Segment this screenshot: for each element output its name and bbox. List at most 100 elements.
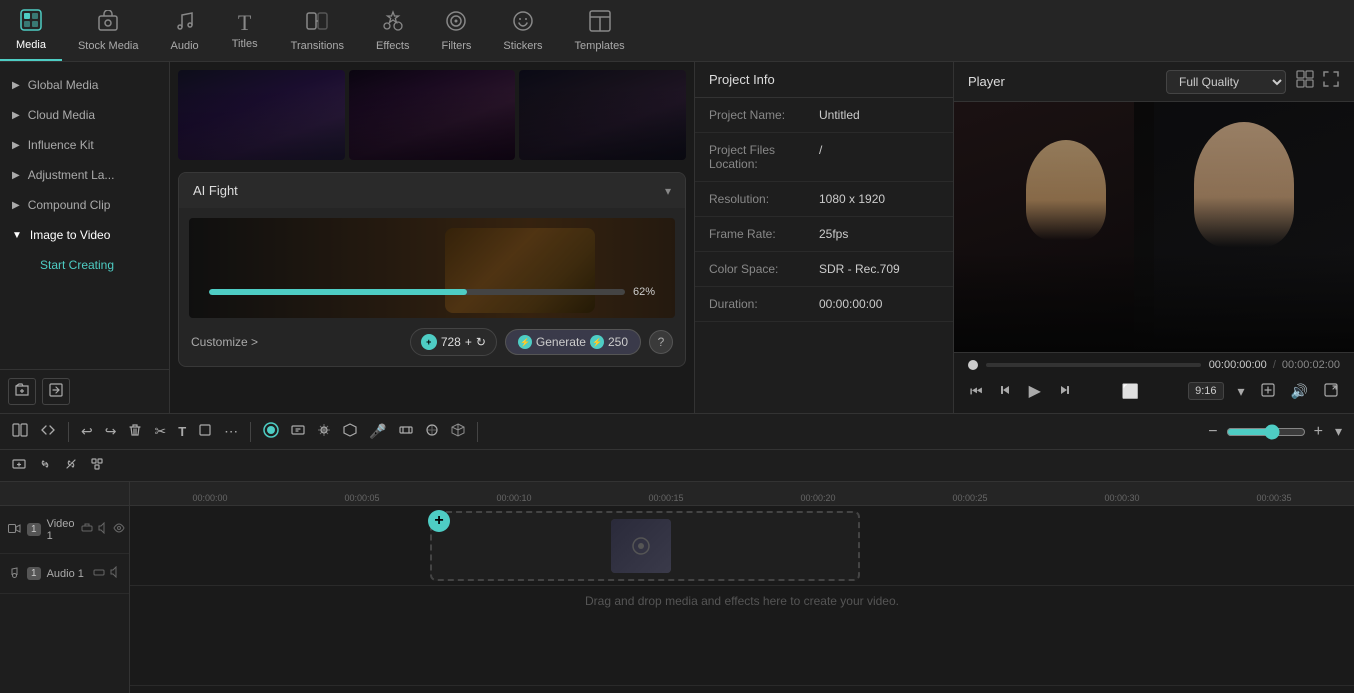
ai-panel-header[interactable]: AI Fight ▾ [179,173,685,208]
ai-generate-lightning: ⚡ [518,335,532,349]
link-button[interactable] [34,453,56,478]
zoom-more-button[interactable]: ▾ [1331,419,1346,444]
info-label-framerate: Frame Rate: [709,227,819,241]
eye-button[interactable] [113,522,125,537]
ai-actions: Customize > + 728 + ↻ ⚡ Generate ⚡ 250 [189,328,675,356]
pip-button[interactable] [1322,381,1340,402]
ai-credits-button[interactable]: + 728 + ↻ [410,328,497,356]
ai-help-button[interactable]: ? [649,330,673,354]
redo-button[interactable]: ↪ [101,419,121,444]
ai-customize-link[interactable]: Customize > [191,335,258,349]
audio-mute-button[interactable] [109,566,121,581]
frame-back-button[interactable] [997,381,1015,402]
scene-split-button[interactable] [8,418,32,445]
playhead-dot[interactable] [968,360,978,370]
zoom-slider[interactable] [1226,424,1306,440]
nav-item-stickers[interactable]: Stickers [487,0,558,61]
timeline-main[interactable]: 00:00:00 00:00:05 00:00:10 00:00:15 00:0… [130,482,1354,693]
sidebar-item-cloud[interactable]: ▶ Cloud Media [0,100,169,130]
sidebar-item-compound[interactable]: ▶ Compound Clip [0,190,169,220]
sidebar-start-creating[interactable]: Start Creating [28,250,169,280]
mask-button[interactable] [339,419,361,444]
left-sidebar: ▶ Global Media ▶ Cloud Media ▶ Influence… [0,62,170,413]
player-quality-select[interactable]: Full Quality Half Quality Quarter Qualit… [1166,70,1286,94]
grid-view-icon[interactable] [1296,70,1314,93]
media-thumb-1[interactable] [178,70,345,160]
fullscreen-button[interactable]: ⬜ [1120,381,1141,402]
nav-item-audio[interactable]: Audio [155,0,215,61]
nav-filters-label: Filters [441,40,471,52]
nav-item-media[interactable]: Media [0,0,62,61]
fps-display[interactable]: 9:16 [1188,382,1223,400]
ai-generate-button[interactable]: ⚡ Generate ⚡ 250 [505,329,641,355]
undo-button[interactable]: ↩ [77,419,97,444]
fps-dropdown-button[interactable]: ▾ [1236,381,1247,402]
detach-button[interactable] [36,418,60,445]
export-button[interactable] [1259,381,1277,402]
arrow-icon: ▶ [12,200,20,211]
ruler-mark-0: 00:00:00 [134,493,286,503]
video-drop-zone[interactable] [430,511,860,581]
ruler-mark-6: 00:00:30 [1046,493,1198,503]
progress-track[interactable] [986,363,1201,367]
mute-video-button[interactable] [97,522,109,537]
transitions-icon [306,10,328,36]
ai-credits-count: 728 [441,335,461,349]
fullscreen-icon[interactable] [1322,70,1340,93]
freeze-button[interactable] [313,419,335,444]
group-button[interactable] [86,453,108,478]
sidebar-item-influence[interactable]: ▶ Influence Kit [0,130,169,160]
clip-add-button[interactable]: + [428,510,450,532]
player-panel: Player Full Quality Half Quality Quarter… [954,62,1354,413]
nav-item-titles[interactable]: T Titles [215,0,275,61]
sidebar-item-image2video[interactable]: ▼ Image to Video [0,220,169,250]
info-row-framerate: Frame Rate: 25fps [695,217,953,252]
content-area: AI Fight ▾ 62% Customi [170,62,694,413]
media-thumb-2[interactable] [349,70,516,160]
nav-item-filters[interactable]: Filters [425,0,487,61]
import-button[interactable] [42,378,70,405]
unlink-button[interactable] [60,453,82,478]
time-separator: / [1273,359,1276,371]
timeline-area: 1 Video 1 [0,482,1354,693]
zoom-in-button[interactable]: + [1310,419,1327,445]
nav-item-transitions[interactable]: Transitions [275,0,360,61]
nav-stickers-label: Stickers [503,40,542,52]
text-button[interactable]: T [174,420,190,443]
record-button[interactable] [259,418,283,445]
add-to-track-button[interactable] [81,522,93,537]
nav-item-effects[interactable]: Effects [360,0,425,61]
play-button[interactable]: ▶ [1027,379,1043,403]
info-row-location: Project Files Location: / [695,133,953,182]
motion-button[interactable] [287,419,309,444]
zoom-out-button[interactable]: − [1204,419,1221,445]
volume-button[interactable]: 🔊 [1289,381,1310,402]
color-button[interactable] [421,419,443,444]
cut-button[interactable]: ✂ [150,419,170,444]
audio-split-button[interactable] [395,419,417,444]
ai-actions-right: + 728 + ↻ ⚡ Generate ⚡ 250 ? [410,328,673,356]
toolbar-separator-2 [250,422,251,442]
add-track-button[interactable] [8,453,30,478]
more-button[interactable]: ⋯ [220,419,242,444]
skip-back-button[interactable]: ⏮ [968,381,985,402]
sidebar-item-adjustment[interactable]: ▶ Adjustment La... [0,160,169,190]
ruler-mark-4: 00:00:20 [742,493,894,503]
add-folder-button[interactable] [8,378,36,405]
frame-forward-button[interactable] [1055,381,1073,402]
stabilize-button[interactable] [447,419,469,444]
sidebar-item-global[interactable]: ▶ Global Media [0,70,169,100]
media-icon [20,9,42,35]
crop-button[interactable] [194,419,216,444]
audio-add-button[interactable] [93,566,105,581]
media-thumb-3[interactable] [519,70,686,160]
nav-stock-label: Stock Media [78,40,139,52]
sidebar-bottom-actions [0,369,169,413]
video-track-controls [81,522,125,537]
delete-button[interactable] [124,419,146,444]
voiceover-button[interactable]: 🎤 [365,419,390,444]
nav-item-templates[interactable]: Templates [559,0,641,61]
ai-credits-plus: + [465,335,472,349]
nav-item-stock[interactable]: Stock Media [62,0,155,61]
ruler-mark-2: 00:00:10 [438,493,590,503]
